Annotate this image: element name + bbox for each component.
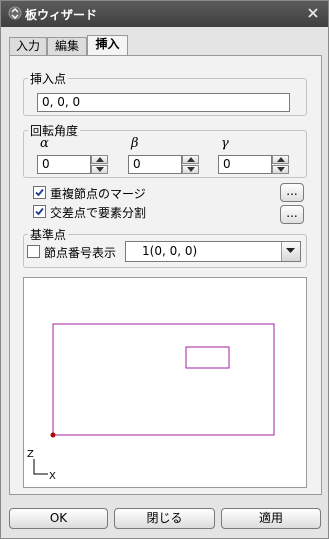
opening-outline xyxy=(185,346,230,369)
dropdown-arrow[interactable] xyxy=(281,242,300,261)
beta-up-button[interactable] xyxy=(182,155,199,164)
base-point-marker xyxy=(50,432,56,438)
tab-edit[interactable]: 編集 xyxy=(47,37,87,55)
split-intersection-checkbox[interactable] xyxy=(33,205,46,218)
alpha-label: α xyxy=(40,136,49,151)
gamma-up-button[interactable] xyxy=(272,155,289,164)
insert-point-label: 挿入点 xyxy=(28,70,69,87)
gamma-input[interactable]: 0 xyxy=(218,155,272,174)
base-point-selected-value: 1(0, 0, 0) xyxy=(142,244,198,258)
window-title: 板ウィザード xyxy=(25,8,98,22)
ok-button[interactable]: OK xyxy=(9,508,108,529)
arrow-up-icon xyxy=(187,157,195,162)
z-axis-label: Z xyxy=(27,449,34,460)
gamma-down-button[interactable] xyxy=(272,165,289,174)
title-bar: 板ウィザード xyxy=(1,1,328,27)
wizard-window: 板ウィザード 入力 編集 挿入 挿入点 0, 0, 0 回転角度 α 0 β 0… xyxy=(0,0,329,539)
beta-spinner[interactable] xyxy=(182,155,199,174)
gamma-label: γ xyxy=(221,136,229,151)
collapse-chevron-icon[interactable] xyxy=(8,6,22,20)
alpha-input[interactable]: 0 xyxy=(37,155,91,174)
tab-input[interactable]: 入力 xyxy=(9,37,47,55)
preview-canvas: Z X xyxy=(23,277,307,488)
show-node-number-checkbox[interactable] xyxy=(27,245,40,258)
close-button[interactable]: 閉じる xyxy=(114,508,215,529)
merge-duplicate-settings-button[interactable]: ... xyxy=(280,183,304,202)
axis-lines xyxy=(33,459,48,475)
arrow-up-icon xyxy=(96,157,104,162)
tab-input-label: 入力 xyxy=(15,39,40,53)
apply-button[interactable]: 適用 xyxy=(221,508,321,529)
merge-duplicate-checkbox[interactable] xyxy=(33,186,46,199)
base-point-select[interactable]: 1(0, 0, 0) xyxy=(125,241,301,262)
plate-outline xyxy=(52,323,275,436)
arrow-up-icon xyxy=(277,157,285,162)
split-intersection-settings-button[interactable]: ... xyxy=(280,205,304,224)
alpha-spinner[interactable] xyxy=(91,155,108,174)
arrow-down-icon xyxy=(187,167,195,172)
alpha-up-button[interactable] xyxy=(91,155,108,164)
chevron-down-icon xyxy=(286,248,295,253)
alpha-down-button[interactable] xyxy=(91,165,108,174)
show-node-number-label: 節点番号表示 xyxy=(44,246,117,260)
tab-edit-label: 編集 xyxy=(54,39,79,53)
rotation-label: 回転角度 xyxy=(28,122,81,139)
insert-point-input[interactable]: 0, 0, 0 xyxy=(37,93,290,112)
beta-input[interactable]: 0 xyxy=(128,155,182,174)
tab-insert[interactable]: 挿入 xyxy=(87,35,128,56)
checkmark-icon xyxy=(35,207,44,216)
beta-label: β xyxy=(131,136,139,151)
gamma-spinner[interactable] xyxy=(272,155,289,174)
merge-duplicate-label: 重複節点のマージ xyxy=(50,187,146,201)
close-icon[interactable] xyxy=(306,6,320,20)
checkmark-icon xyxy=(35,188,44,197)
insert-panel: 挿入点 0, 0, 0 回転角度 α 0 β 0 γ 0 重複節点のマージ ..… xyxy=(9,55,322,495)
tab-insert-label: 挿入 xyxy=(95,37,120,51)
base-point-label: 基準点 xyxy=(28,226,69,243)
arrow-down-icon xyxy=(96,167,104,172)
arrow-down-icon xyxy=(277,167,285,172)
x-axis-label: X xyxy=(49,471,56,482)
beta-down-button[interactable] xyxy=(182,165,199,174)
split-intersection-label: 交差点で要素分割 xyxy=(50,206,147,220)
preview-drawing: Z X xyxy=(27,323,275,482)
